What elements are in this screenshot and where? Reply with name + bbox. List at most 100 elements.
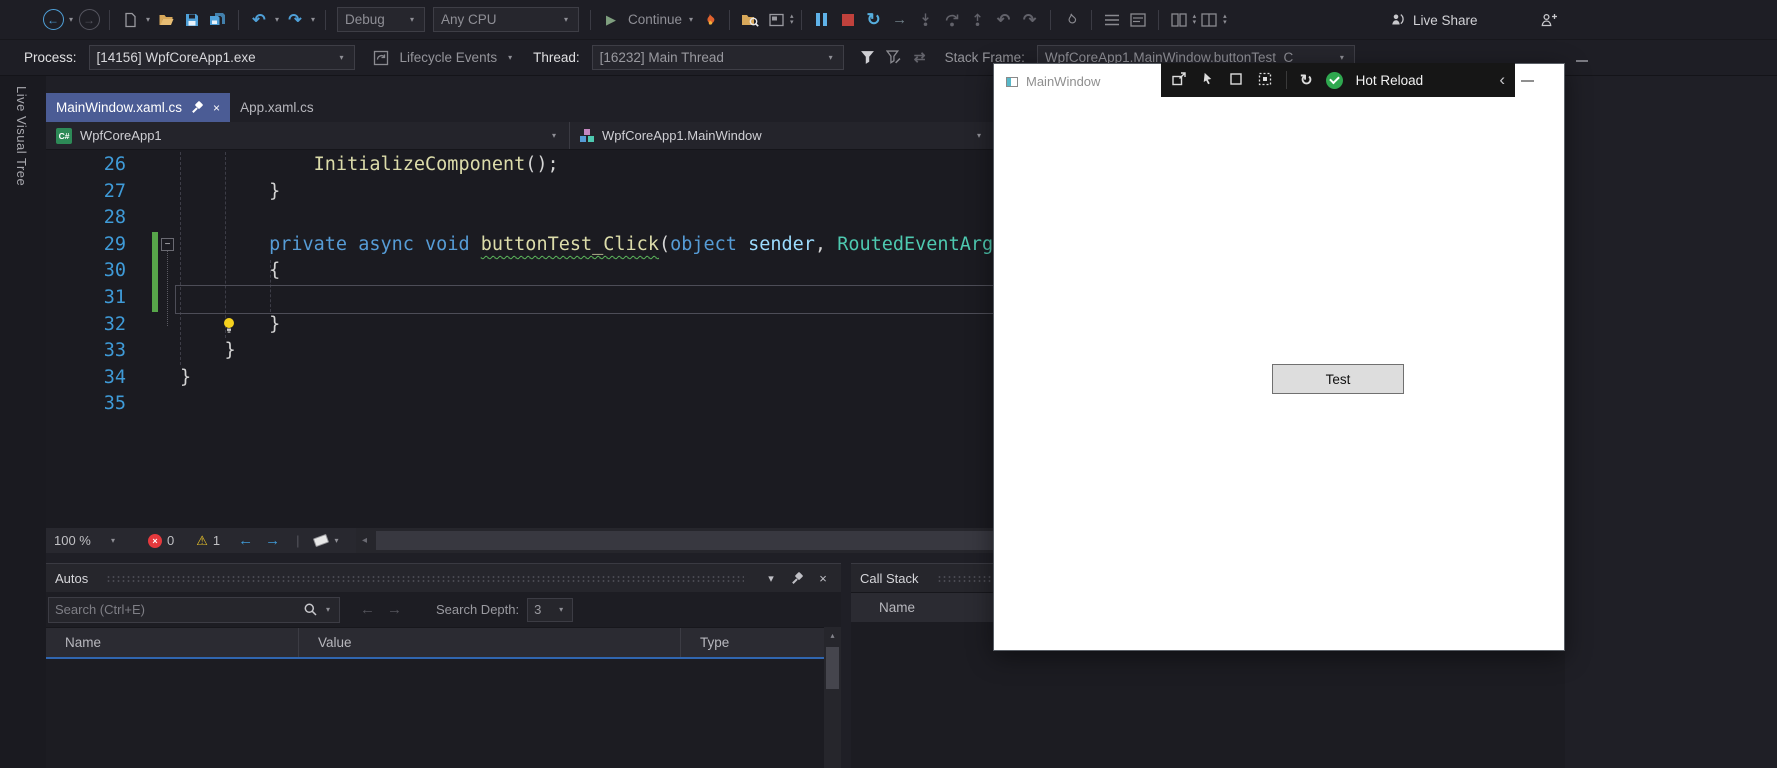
search-back-button[interactable]: ← xyxy=(360,601,375,618)
step-into-button[interactable] xyxy=(914,7,938,33)
redo-disabled-button[interactable]: ↷ xyxy=(1018,7,1042,33)
show-next-statement-button[interactable]: → xyxy=(888,7,912,33)
columns-left-button[interactable] xyxy=(1167,7,1191,33)
open-folder-button[interactable] xyxy=(154,7,178,33)
process-dropdown[interactable]: [14156] WpfCoreApp1.exe▾ xyxy=(89,45,355,70)
close-panel-icon[interactable]: × xyxy=(814,571,832,586)
navigate-back-error-button[interactable]: ← xyxy=(238,532,253,549)
hot-reload-button[interactable] xyxy=(697,7,721,33)
new-file-button[interactable] xyxy=(118,7,142,33)
scroll-up-icon[interactable]: ▴ xyxy=(824,627,841,644)
window-frame-carets[interactable]: ▴▾ xyxy=(790,14,794,26)
scrollbar-thumb[interactable] xyxy=(826,647,839,689)
clear-messages-button[interactable]: ▾ xyxy=(314,536,342,545)
break-all-button[interactable] xyxy=(810,7,834,33)
close-tab-icon[interactable]: × xyxy=(213,101,220,115)
test-button[interactable]: Test xyxy=(1272,364,1404,394)
new-file-caret[interactable]: ▾ xyxy=(143,15,153,24)
redo-button[interactable]: ↷ xyxy=(283,7,307,33)
pin-panel-icon[interactable] xyxy=(788,572,806,585)
line-number[interactable]: 33 xyxy=(46,338,130,365)
apply-code-changes-button[interactable] xyxy=(1059,7,1083,33)
search-forward-button[interactable]: → xyxy=(387,601,402,618)
filter-threads-button[interactable] xyxy=(856,45,880,71)
find-in-files-button[interactable] xyxy=(738,7,762,33)
continue-label[interactable]: Continue xyxy=(628,12,682,27)
app-window-titlebar[interactable]: MainWindow xyxy=(1005,74,1100,89)
display-layout-adorners-button[interactable] xyxy=(1228,71,1244,90)
live-visual-tree-window-button[interactable] xyxy=(764,7,788,33)
collapse-toolbar-chevron[interactable]: ‹ xyxy=(1499,70,1505,90)
project-dropdown[interactable]: C# WpfCoreApp1 ▾ xyxy=(46,122,570,149)
navigate-forward-button[interactable]: → xyxy=(77,7,101,33)
restart-button[interactable]: ↻ xyxy=(862,7,886,33)
solution-configuration-dropdown[interactable]: Debug▾ xyxy=(337,7,425,32)
search-options-caret[interactable]: ▾ xyxy=(323,605,333,614)
go-to-live-visual-tree-button[interactable] xyxy=(1171,71,1187,90)
navigate-forward-error-button[interactable]: → xyxy=(265,532,280,549)
columns-left-carets[interactable]: ▴▾ xyxy=(1193,14,1197,26)
redo-caret[interactable]: ▾ xyxy=(308,15,318,24)
type-dropdown[interactable]: WpfCoreApp1.MainWindow ▾ xyxy=(570,122,994,149)
type-name: WpfCoreApp1.MainWindow xyxy=(602,128,762,143)
feedback-button[interactable] xyxy=(1540,0,1558,40)
track-focused-element-button[interactable] xyxy=(1257,71,1273,90)
line-number[interactable]: 26 xyxy=(46,152,130,179)
xaml-hot-reload-button[interactable]: ↻ xyxy=(1300,71,1313,89)
output-window-button[interactable] xyxy=(1126,7,1150,33)
wpf-app-window[interactable]: MainWindow ↻ Hot Reload ‹ Test xyxy=(993,63,1565,651)
stop-debugging-button[interactable] xyxy=(836,7,860,33)
columns-right-button[interactable] xyxy=(1197,7,1221,33)
step-over-button[interactable] xyxy=(940,7,964,33)
line-number[interactable]: 27 xyxy=(46,179,130,206)
line-number[interactable]: 29 xyxy=(46,232,130,259)
columns-right-carets[interactable]: ▴▾ xyxy=(1223,14,1227,26)
tab-mainwindow-xaml-cs[interactable]: MainWindow.xaml.cs × xyxy=(46,93,230,122)
breakpoints-window-button[interactable] xyxy=(1100,7,1124,33)
pin-tab-icon[interactable] xyxy=(191,101,204,114)
step-out-button[interactable] xyxy=(966,7,990,33)
collapse-region-icon[interactable]: − xyxy=(161,238,174,251)
autos-search-input[interactable] xyxy=(55,602,298,617)
search-depth-dropdown[interactable]: 3 ▾ xyxy=(527,598,573,622)
column-header-name[interactable]: Name xyxy=(851,593,915,622)
column-header-value[interactable]: Value xyxy=(299,628,681,657)
undo-caret[interactable]: ▾ xyxy=(272,15,282,24)
toggle-current-thread-button[interactable]: ⇄ xyxy=(908,45,932,71)
lifecycle-events-button[interactable] xyxy=(369,45,393,71)
navigate-back-button[interactable]: ← xyxy=(41,7,65,33)
lifecycle-events-caret[interactable]: ▾ xyxy=(505,53,515,62)
autos-vertical-scrollbar[interactable]: ▴ xyxy=(824,627,841,768)
tab-app-xaml-cs[interactable]: App.xaml.cs xyxy=(230,93,324,122)
undo-disabled-button[interactable]: ↶ xyxy=(992,7,1016,33)
line-number[interactable]: 34 xyxy=(46,365,130,392)
line-number[interactable]: 28 xyxy=(46,205,130,232)
continue-caret[interactable]: ▾ xyxy=(686,15,696,24)
filter-flagged-button[interactable] xyxy=(882,45,906,71)
line-number[interactable]: 35 xyxy=(46,391,130,418)
lifecycle-events-label[interactable]: Lifecycle Events xyxy=(400,50,498,65)
error-count[interactable]: × 0 xyxy=(148,533,174,548)
live-visual-tree-tab[interactable]: Live Visual Tree xyxy=(14,86,29,186)
line-number[interactable]: 31 xyxy=(46,285,130,312)
autos-panel-header[interactable]: Autos ▾ × xyxy=(46,563,841,592)
save-all-button[interactable] xyxy=(206,7,230,33)
line-number[interactable]: 30 xyxy=(46,258,130,285)
hot-reload-label[interactable]: Hot Reload xyxy=(1356,73,1424,88)
select-element-button[interactable] xyxy=(1200,71,1215,90)
live-share-button[interactable]: Live Share xyxy=(1390,0,1478,40)
warning-count[interactable]: ⚠ 1 xyxy=(196,533,220,549)
thread-dropdown[interactable]: [16232] Main Thread▾ xyxy=(592,45,844,70)
continue-button[interactable]: ▶ xyxy=(599,7,623,33)
minimize-toolbar-icon[interactable] xyxy=(1521,80,1534,82)
solution-platform-dropdown[interactable]: Any CPU▾ xyxy=(433,7,579,32)
navigate-back-caret[interactable]: ▾ xyxy=(66,15,76,24)
undo-button[interactable]: ↶ xyxy=(247,7,271,33)
column-header-name[interactable]: Name xyxy=(46,628,299,657)
window-position-icon[interactable]: ▾ xyxy=(762,572,780,585)
line-number[interactable]: 32 xyxy=(46,312,130,339)
save-button[interactable] xyxy=(180,7,204,33)
scroll-left-icon[interactable]: ◂ xyxy=(356,528,374,553)
zoom-dropdown[interactable]: 100 % ▾ xyxy=(46,533,126,548)
column-header-type[interactable]: Type xyxy=(681,628,824,657)
